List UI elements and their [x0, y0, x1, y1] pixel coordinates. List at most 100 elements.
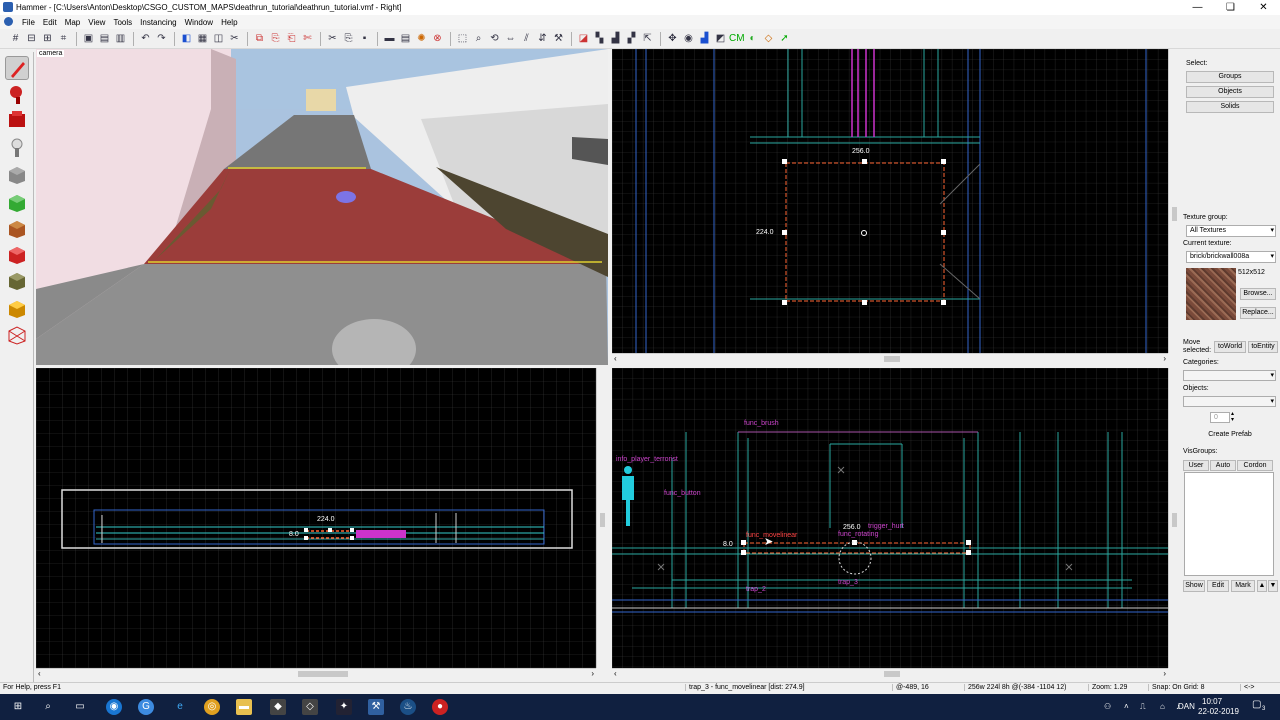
scroll-left-icon[interactable]: ‹ [614, 669, 617, 678]
tray-chevron-icon[interactable]: ˄ [1124, 702, 1129, 711]
tools-icon[interactable]: ⚒ [551, 32, 566, 46]
grid-larger-icon[interactable]: ⊞ [40, 32, 55, 46]
group-icon[interactable]: ▣ [81, 32, 96, 46]
texture-browser-icon[interactable]: ▬ [382, 32, 397, 46]
notification-icon[interactable]: ▢ [1252, 699, 1261, 710]
to-entity-button[interactable]: toEntity [1248, 341, 1278, 353]
copy-selection-icon[interactable]: ⎘ [341, 32, 356, 46]
visgroup-edit-button[interactable]: Edit [1207, 580, 1229, 592]
bounding-box-icon[interactable]: ⬚ [455, 32, 470, 46]
scroll-thumb[interactable] [600, 513, 605, 527]
camera-tool-icon[interactable] [5, 108, 29, 132]
app-icon-2[interactable]: G [138, 699, 154, 715]
cordon-icon[interactable]: ◉ [681, 32, 696, 46]
paste-special-icon[interactable]: ⎗ [284, 32, 299, 46]
objects-count-field[interactable]: 0 [1210, 412, 1230, 423]
check-icon[interactable]: ◇ [761, 32, 776, 46]
objects-select[interactable]: ▾ [1183, 396, 1276, 407]
app-icon-4[interactable]: ✦ [336, 699, 352, 715]
vertex-tool-icon[interactable] [5, 322, 29, 346]
menu-edit[interactable]: Edit [39, 18, 61, 27]
visgroup-icon[interactable]: ▟ [697, 32, 712, 46]
top-view-vscrollbar[interactable] [1168, 49, 1179, 353]
menu-map[interactable]: Map [61, 18, 85, 27]
scroll-thumb[interactable] [884, 356, 900, 362]
side-view-vscrollbar[interactable] [1168, 368, 1179, 668]
menu-file[interactable]: File [18, 18, 39, 27]
apply-texture-icon[interactable] [5, 216, 29, 240]
entity-tool-icon[interactable] [5, 136, 29, 160]
texture-lock-icon[interactable]: ▦ [195, 32, 210, 46]
visgroup-tab-user[interactable]: User [1183, 460, 1209, 471]
scroll-left-icon[interactable]: ‹ [38, 669, 41, 678]
visgroup-show-button[interactable]: Show [1183, 580, 1205, 592]
undo-icon[interactable]: ↶ [138, 32, 153, 46]
search-icon[interactable]: ⌕ [40, 699, 56, 715]
menu-help[interactable]: Help [217, 18, 241, 27]
overlay-tool-icon[interactable] [5, 268, 29, 292]
flip-h-icon[interactable]: ⇔ [503, 32, 518, 46]
create-prefab-button[interactable]: Create Prefab [1188, 430, 1272, 442]
carve-icon[interactable]: ◧ [179, 32, 194, 46]
clip-icon[interactable]: ✂ [227, 32, 242, 46]
scroll-right-icon[interactable]: › [1163, 354, 1166, 363]
side-viewport[interactable]: func_brush info_player_terrorist func_bu… [612, 368, 1168, 668]
usb-icon[interactable]: ⎍ [1140, 702, 1146, 712]
grid-smaller-icon[interactable]: ⊟ [24, 32, 39, 46]
run-icon[interactable]: ➚ [777, 32, 792, 46]
decal-tool-icon[interactable] [5, 242, 29, 266]
app-icon-3[interactable]: ◆ [270, 699, 286, 715]
align-icon[interactable]: ⫽ [519, 32, 534, 46]
front-view-vscrollbar[interactable] [596, 368, 607, 668]
restore-button[interactable]: ❏ [1214, 0, 1247, 15]
compile-icon[interactable]: CM [729, 32, 745, 46]
replace-button[interactable]: Replace... [1240, 307, 1276, 319]
task-view-icon[interactable]: ▭ [72, 699, 88, 715]
visgroup-mark-button[interactable]: Mark [1231, 580, 1255, 592]
entity-report-icon[interactable]: ⊗ [430, 32, 445, 46]
steam-icon[interactable]: ♨ [400, 699, 416, 715]
record-icon[interactable]: ● [432, 699, 448, 715]
visgroup-tab-auto[interactable]: Auto [1210, 460, 1236, 471]
visgroup-list[interactable] [1184, 472, 1274, 576]
clock-time[interactable]: 10:07 [1202, 697, 1222, 706]
texture-group-select[interactable]: All Textures ▾ [1186, 225, 1276, 237]
camera-viewport[interactable]: camera [36, 49, 608, 365]
scroll-right-icon[interactable]: › [591, 669, 594, 678]
magnify-tool-icon[interactable] [5, 82, 29, 106]
grid-3d-icon[interactable]: ⌗ [56, 32, 71, 46]
display-helpers-icon[interactable]: ▚ [592, 32, 607, 46]
hide-icon[interactable]: ▥ [113, 32, 128, 46]
front-viewport[interactable]: 224.0 8.0 [36, 368, 596, 668]
move-down-icon[interactable]: ▼ [1268, 580, 1278, 592]
minimize-button[interactable]: — [1181, 0, 1214, 15]
texture-tool-icon[interactable] [5, 190, 29, 214]
current-texture-select[interactable]: brick/brickwall008a ▾ [1186, 251, 1276, 263]
spinner-arrows-icon[interactable]: ▴ ▾ [1231, 411, 1234, 423]
clock-date[interactable]: 22-02-2019 [1198, 707, 1239, 716]
redo-icon[interactable]: ↷ [154, 32, 169, 46]
network-icon[interactable]: ⌂ [1160, 702, 1165, 711]
store-icon[interactable]: ◇ [302, 699, 318, 715]
cut-icon[interactable]: ✄ [300, 32, 315, 46]
scroll-thumb[interactable] [1172, 513, 1177, 527]
scissors-icon[interactable]: ✂ [325, 32, 340, 46]
select-objects-button[interactable]: Objects [1186, 86, 1274, 98]
lang-label[interactable]: DAN [1178, 702, 1195, 711]
top-view-hscrollbar[interactable]: ‹ › [612, 353, 1168, 364]
hollow-icon[interactable]: ◫ [211, 32, 226, 46]
copy-icon[interactable]: ⧉ [252, 32, 267, 46]
texture-app-icon[interactable]: ▤ [398, 32, 413, 46]
grid-icon[interactable]: # [8, 32, 23, 46]
menu-instancing[interactable]: Instancing [136, 18, 180, 27]
scroll-thumb[interactable] [884, 671, 900, 677]
start-icon[interactable]: ⊞ [10, 699, 26, 715]
menu-window[interactable]: Window [181, 18, 217, 27]
rotate-icon[interactable]: ⟲ [487, 32, 502, 46]
ungroup-icon[interactable]: ▤ [97, 32, 112, 46]
scroll-thumb[interactable] [1172, 207, 1177, 221]
move-up-icon[interactable]: ▲ [1257, 580, 1267, 592]
move-icon[interactable]: ✥ [665, 32, 680, 46]
close-button[interactable]: ✕ [1247, 0, 1280, 15]
zoom-selection-icon[interactable]: ⌕ [471, 32, 486, 46]
